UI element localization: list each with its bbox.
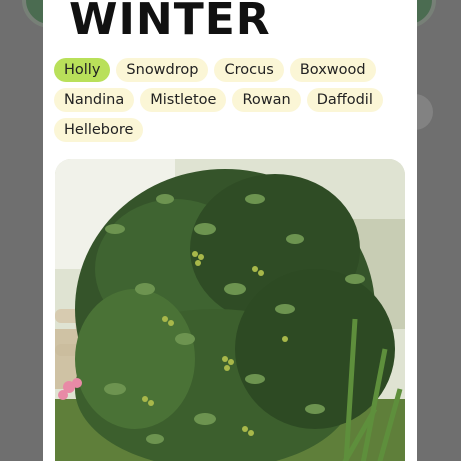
- plant-chip-boxwood[interactable]: Boxwood: [289, 58, 376, 82]
- season-title: WINTER: [69, 0, 271, 45]
- plant-modal: WINTER Holly Snowdrop Crocus Boxwood Nan…: [43, 0, 417, 461]
- plant-chip-crocus[interactable]: Crocus: [214, 58, 284, 82]
- holly-shrub-image: [55, 159, 405, 461]
- plant-chip-snowdrop[interactable]: Snowdrop: [116, 58, 209, 82]
- plant-chip-rowan[interactable]: Rowan: [232, 88, 301, 112]
- plant-chip-mistletoe[interactable]: Mistletoe: [140, 88, 227, 112]
- plant-chip-list: Holly Snowdrop Crocus Boxwood Nandina Mi…: [54, 58, 406, 142]
- plant-chip-nandina[interactable]: Nandina: [54, 88, 135, 112]
- plant-chip-holly[interactable]: Holly: [54, 58, 111, 82]
- plant-chip-hellebore[interactable]: Hellebore: [54, 118, 144, 142]
- plant-chip-daffodil[interactable]: Daffodil: [306, 88, 383, 112]
- holly-photo: [55, 159, 405, 461]
